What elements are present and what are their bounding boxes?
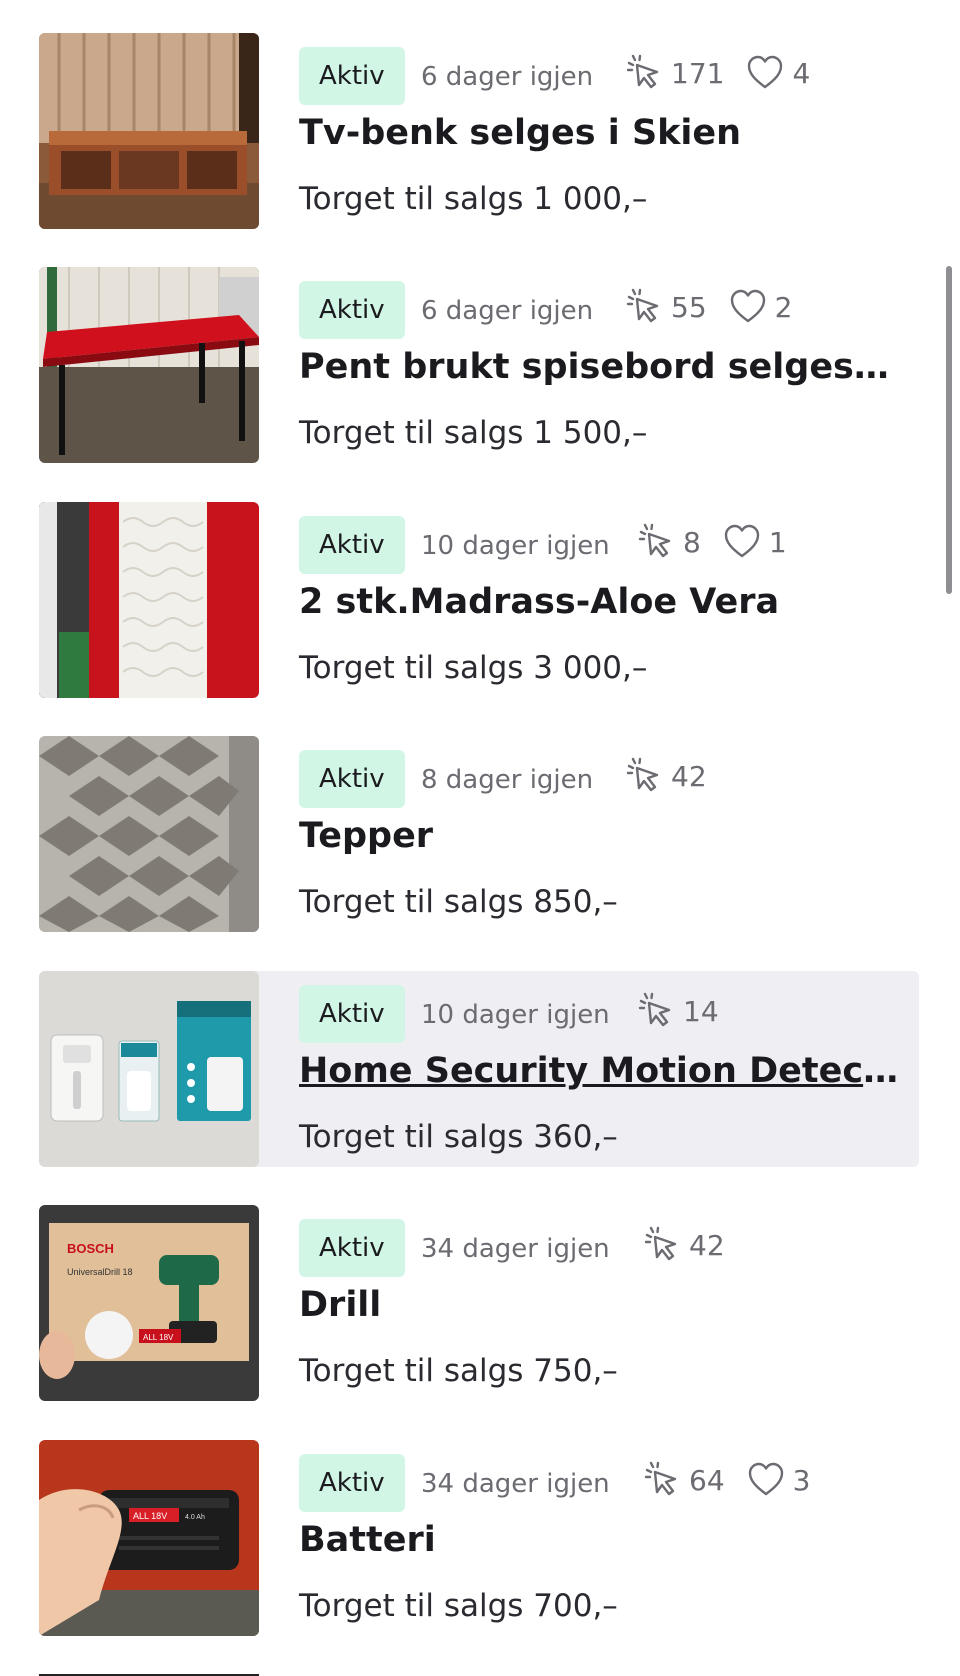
listing-stats: 14 [637, 991, 719, 1031]
scrollbar[interactable] [946, 266, 952, 594]
heart-icon [723, 523, 761, 561]
listing-thumbnail[interactable]: BOSCH UniversalDrill 18 ALL 18V [39, 1205, 259, 1401]
heart-icon [729, 288, 767, 326]
motion-detector-photo [39, 971, 259, 1167]
click-count: 14 [683, 994, 719, 1028]
list-item[interactable]: BOSCH UniversalDrill 18 ALL 18V Aktiv 34… [39, 1205, 919, 1401]
time-left: 10 dager igjen [421, 1000, 610, 1030]
listing-stats: 55 2 [625, 287, 792, 327]
listing-price: Torget til salgs 750,– [299, 1353, 618, 1389]
cursor-click-icon [637, 992, 675, 1030]
cursor-click-icon [625, 288, 663, 326]
click-count: 55 [671, 290, 707, 324]
listing-title[interactable]: Drill [299, 1285, 899, 1325]
list-item[interactable]: Aktiv 6 dager igjen 55 2 Pent brukt spis… [39, 267, 919, 463]
listing-price: Torget til salgs 360,– [299, 1119, 618, 1155]
listing-stats: 42 [625, 756, 707, 796]
listing-title[interactable]: 2 stk.Madrass-Aloe Vera [299, 582, 899, 622]
time-left: 8 dager igjen [421, 765, 594, 795]
time-left: 6 dager igjen [421, 62, 594, 92]
listing-thumbnail[interactable] [39, 971, 259, 1167]
time-left: 34 dager igjen [421, 1234, 610, 1264]
listing-thumbnail[interactable]: ALL 18V 4.0 Ah [39, 1440, 259, 1636]
heart-icon [747, 1461, 785, 1499]
click-count: 8 [683, 525, 701, 559]
listing-price: Torget til salgs 3 000,– [299, 650, 648, 686]
click-count: 42 [671, 759, 707, 793]
favorite-count: 1 [768, 525, 787, 559]
list-item[interactable]: Aktiv 10 dager igjen 8 1 2 stk.Madrass-A… [39, 502, 919, 698]
battery-label-text: ALL 18V [133, 1511, 167, 1521]
list-item[interactable]: Aktiv 10 dager igjen 14 Home Security Mo… [39, 971, 919, 1167]
battery-photo: ALL 18V 4.0 Ah [39, 1440, 259, 1636]
cursor-click-icon [625, 54, 663, 92]
listing-price: Torget til salgs 1 000,– [299, 181, 648, 217]
heart-icon [746, 54, 784, 92]
listing-thumbnail[interactable] [39, 736, 259, 932]
favorite-count: 3 [792, 1463, 811, 1497]
listing-thumbnail[interactable] [39, 502, 259, 698]
rug-photo [39, 736, 259, 932]
time-left: 10 dager igjen [421, 531, 610, 561]
listing-stats: 42 [643, 1225, 725, 1265]
tv-bench-photo [39, 33, 259, 229]
status-badge: Aktiv [299, 281, 405, 339]
status-badge: Aktiv [299, 750, 405, 808]
listing-title[interactable]: Tepper [299, 816, 899, 856]
listing-price: Torget til salgs 1 500,– [299, 415, 648, 451]
box-battery-text: ALL 18V [143, 1333, 174, 1342]
favorite-count: 4 [792, 56, 811, 90]
listing-price: Torget til salgs 850,– [299, 884, 618, 920]
box-model-text: UniversalDrill 18 [67, 1267, 133, 1277]
listing-thumbnail[interactable] [39, 267, 259, 463]
battery-capacity-text: 4.0 Ah [185, 1514, 205, 1521]
listing-thumbnail[interactable] [39, 33, 259, 229]
listing-title[interactable]: Tv-benk selges i Skien [299, 113, 899, 153]
status-badge: Aktiv [299, 516, 405, 574]
cursor-click-icon [637, 523, 675, 561]
status-badge: Aktiv [299, 985, 405, 1043]
listing-price: Torget til salgs 700,– [299, 1588, 618, 1624]
time-left: 34 dager igjen [421, 1469, 610, 1499]
list-item[interactable]: ALL 18V 4.0 Ah Aktiv 34 dager igjen 64 3… [39, 1440, 919, 1636]
listing-title[interactable]: Batteri [299, 1520, 899, 1560]
listing-title[interactable]: Pent brukt spisebord selges i S... [299, 347, 899, 387]
click-count: 171 [671, 56, 725, 90]
status-badge: Aktiv [299, 1219, 405, 1277]
cursor-click-icon [643, 1461, 681, 1499]
box-brand-text: BOSCH [67, 1241, 114, 1256]
listing-title[interactable]: Home Security Motion Detecto... [299, 1051, 899, 1091]
cursor-click-icon [625, 757, 663, 795]
listing-stats: 171 4 [625, 53, 810, 93]
drill-box-photo: BOSCH UniversalDrill 18 ALL 18V [39, 1205, 259, 1401]
listing-stats: 8 1 [637, 522, 787, 562]
dining-table-photo [39, 267, 259, 463]
cursor-click-icon [643, 1226, 681, 1264]
mattress-photo [39, 502, 259, 698]
status-badge: Aktiv [299, 1454, 405, 1512]
listing-stats: 64 3 [643, 1460, 810, 1500]
favorite-count: 2 [774, 290, 793, 324]
click-count: 42 [689, 1228, 725, 1262]
list-item[interactable]: Aktiv 6 dager igjen 171 4 Tv-benk selges… [39, 33, 919, 229]
list-item[interactable]: Aktiv 8 dager igjen 42 Tepper Torget til… [39, 736, 919, 932]
status-badge: Aktiv [299, 47, 405, 105]
click-count: 64 [689, 1463, 725, 1497]
time-left: 6 dager igjen [421, 296, 594, 326]
